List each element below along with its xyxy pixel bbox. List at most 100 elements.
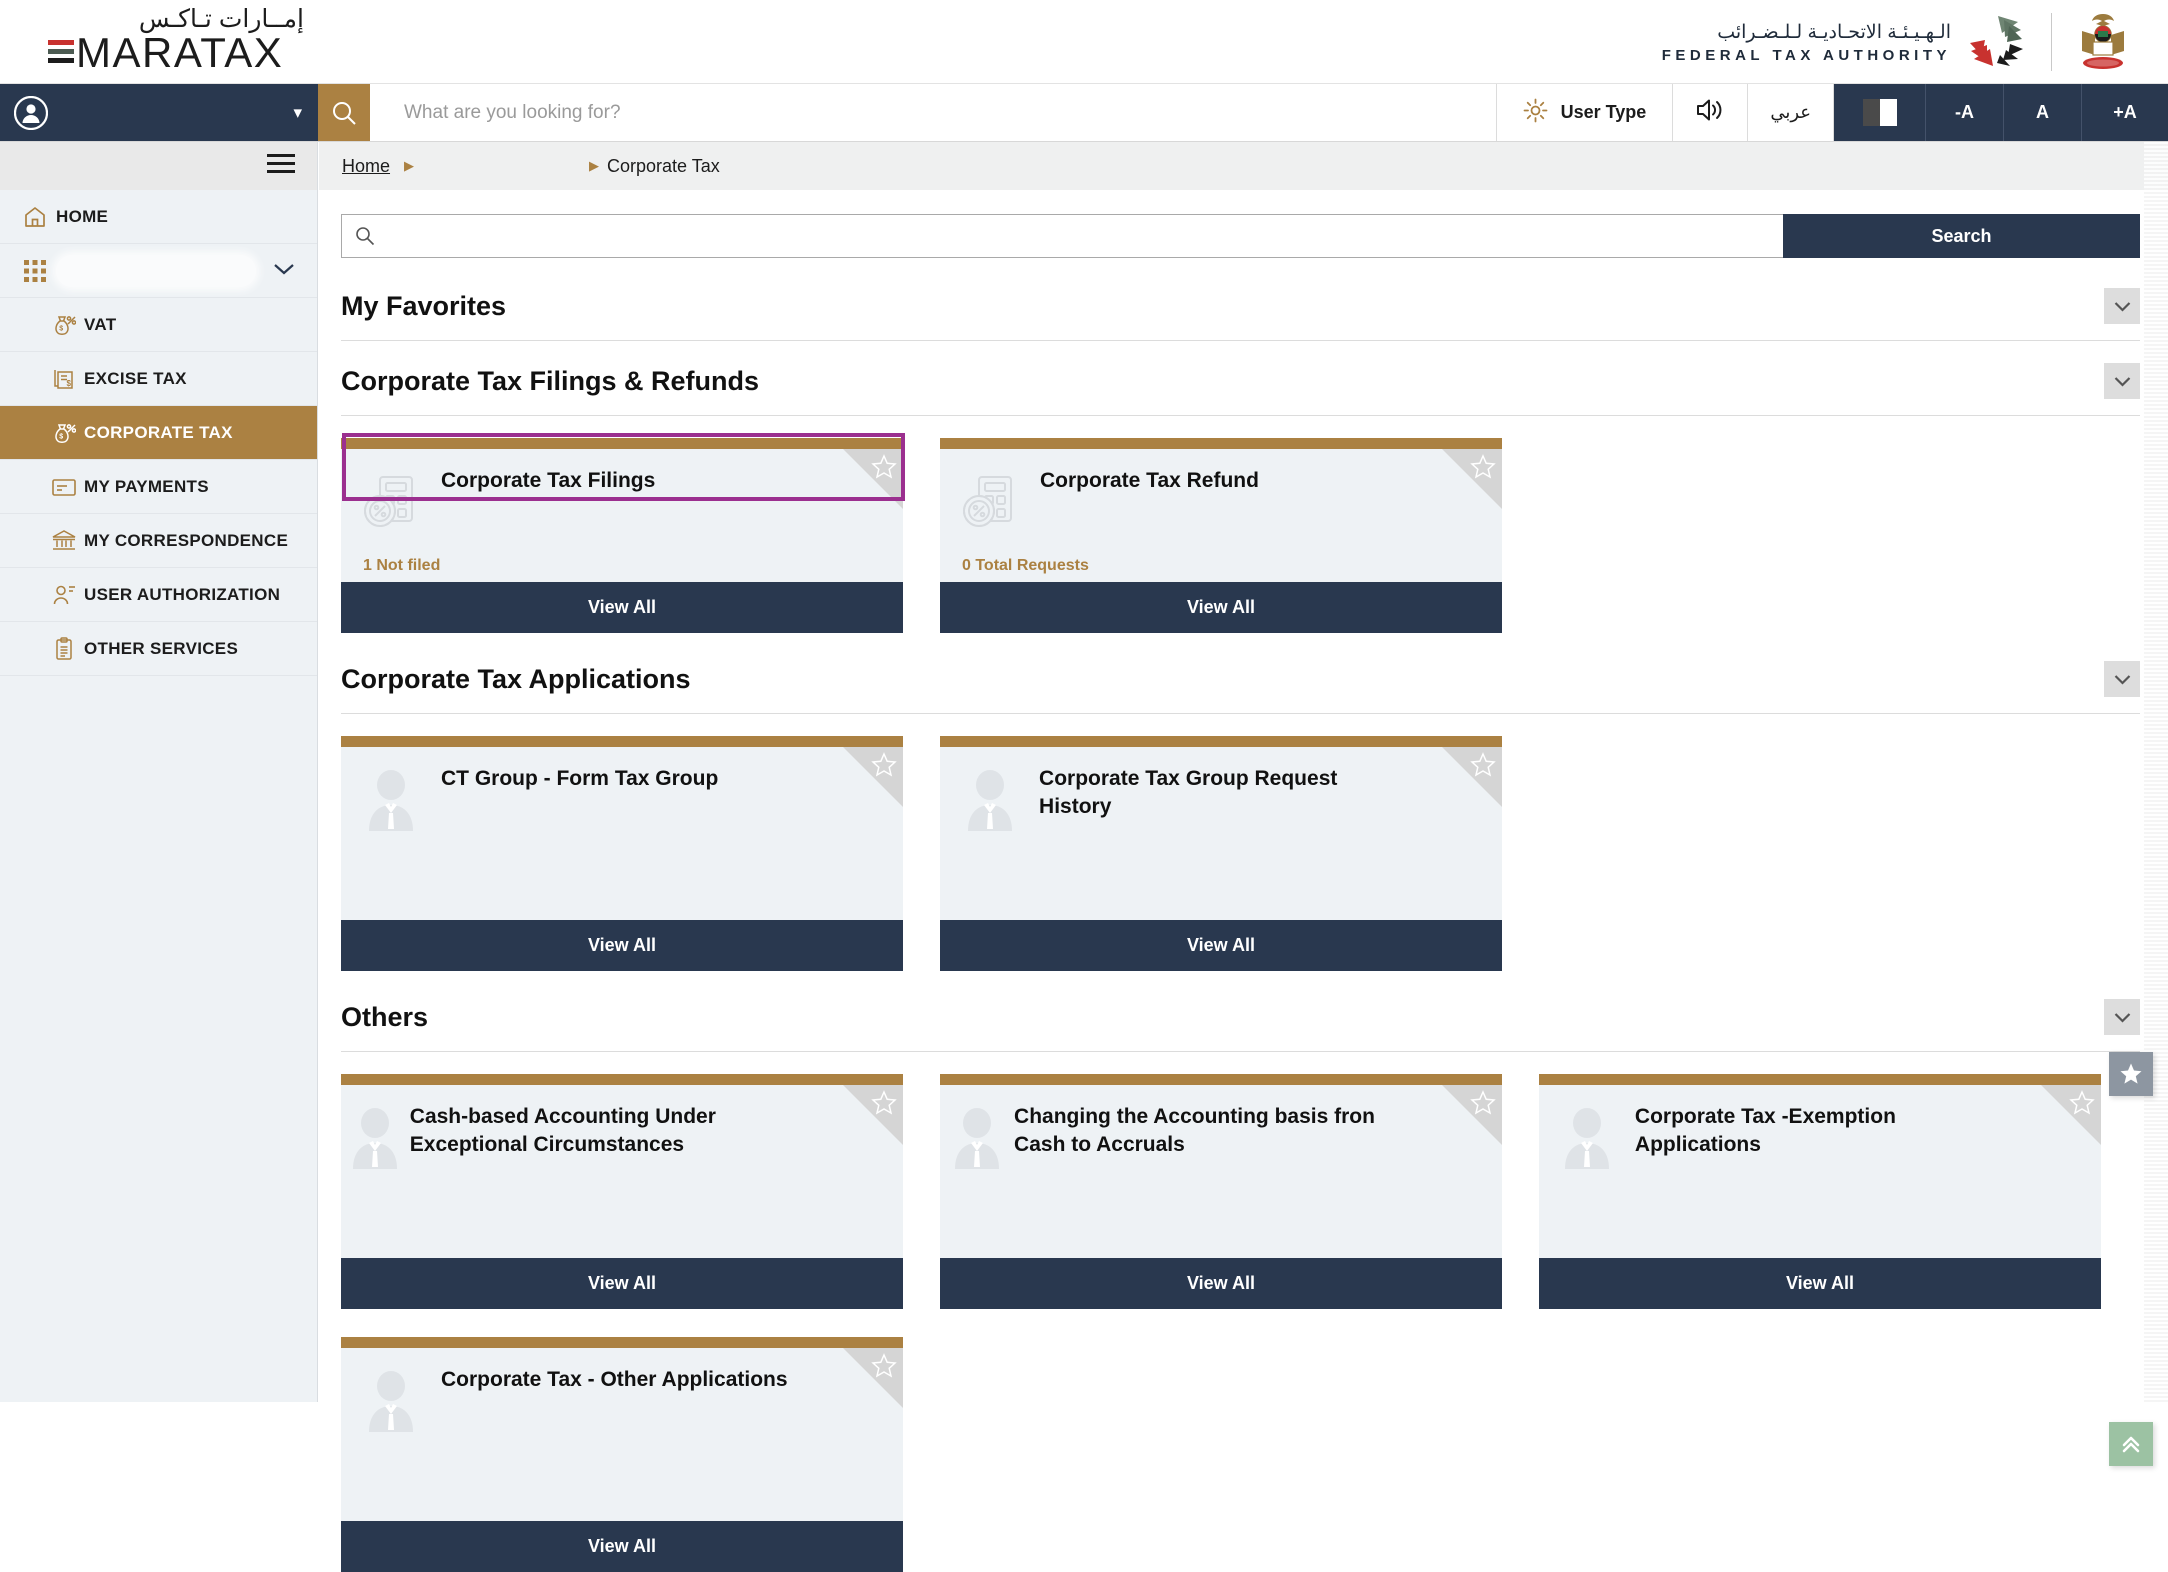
fta-english: FEDERAL TAX AUTHORITY: [1662, 47, 1951, 64]
card-title: Corporate Tax - Other Applications: [441, 1364, 878, 1496]
card-accent-bar: [940, 736, 1502, 747]
view-all-button[interactable]: View All: [1539, 1258, 2101, 1309]
sidebar-item-label: OTHER SERVICES: [84, 639, 238, 659]
card-body: CT Group - Form Tax Group: [341, 747, 903, 895]
card-ct-group-request-history[interactable]: Corporate Tax Group Request History View…: [940, 736, 1502, 971]
font-normal-button[interactable]: A: [2004, 84, 2082, 141]
card-body: Corporate Tax Group Request History: [940, 747, 1502, 895]
card-ct-group-form-tax-group[interactable]: CT Group - Form Tax Group View All: [341, 736, 903, 971]
star-outline-icon: [2069, 1090, 2095, 1121]
user-type-button[interactable]: User Type: [1497, 84, 1674, 141]
card-title: Corporate Tax -Exemption Applications: [1635, 1101, 2101, 1233]
language-switch-arabic[interactable]: عربي: [1748, 84, 1834, 141]
favorites-quick-button[interactable]: [2109, 1052, 2153, 1096]
section-collapse-toggle[interactable]: [2104, 363, 2140, 399]
card-corporate-tax-other-applications[interactable]: Corporate Tax - Other Applications View …: [341, 1337, 903, 1572]
section-collapse-toggle[interactable]: [2104, 999, 2140, 1035]
fta-arabic: الـهـيـئـة الاتحـاديـة لـلـضـرائب: [1662, 21, 1951, 44]
section-collapse-toggle[interactable]: [2104, 661, 2140, 697]
favorite-toggle[interactable]: [1442, 449, 1502, 509]
person-suit-icon: [940, 763, 1039, 895]
calculator-percent-icon: [940, 465, 1040, 557]
card-title: Corporate Tax Refund: [1040, 465, 1349, 557]
favorite-toggle[interactable]: [843, 449, 903, 509]
star-outline-icon: [1470, 454, 1496, 485]
card-body: Cash-based Accounting Under Exceptional …: [341, 1085, 903, 1233]
credit-card-icon: [44, 475, 84, 499]
card-accent-bar: [940, 438, 1502, 449]
sidebar-item-excise-tax[interactable]: $ EXCISE TAX: [0, 352, 317, 406]
card-corporate-tax-refund[interactable]: Corporate Tax Refund 0 Total Requests Vi…: [940, 438, 1502, 633]
section-header-others: Others: [341, 999, 2140, 1052]
sidebar-item-corporate-tax[interactable]: $ CORPORATE TAX: [0, 406, 317, 460]
service-search-button[interactable]: Search: [1783, 214, 2140, 258]
global-search-submit-button[interactable]: [318, 84, 370, 141]
favorite-toggle[interactable]: [1442, 1085, 1502, 1145]
text-to-speech-button[interactable]: [1673, 84, 1748, 141]
breadcrumb-current: Corporate Tax: [607, 156, 720, 177]
card-row-others: Cash-based Accounting Under Exceptional …: [341, 1074, 2140, 1309]
brand-header: إمــارات تـاكـس MARATAX الـهـيـئـة الاتح…: [0, 0, 2168, 84]
card-body: Changing the Accounting basis fron Cash …: [940, 1085, 1502, 1233]
person-suit-icon: [1539, 1101, 1635, 1233]
sidebar-item-label: VAT: [84, 315, 116, 335]
favorite-toggle[interactable]: [2041, 1085, 2101, 1145]
view-all-button[interactable]: View All: [940, 1258, 1502, 1309]
view-all-button[interactable]: View All: [940, 920, 1502, 971]
sidebar-item-label: HOME: [56, 207, 108, 227]
emaratax-logo[interactable]: إمــارات تـاكـس MARATAX: [48, 4, 308, 80]
breadcrumb-arrow-icon: ▶: [589, 158, 599, 174]
card-corporate-tax-exemption-applications[interactable]: Corporate Tax -Exemption Applications Vi…: [1539, 1074, 2101, 1309]
card-cash-based-accounting[interactable]: Cash-based Accounting Under Exceptional …: [341, 1074, 903, 1309]
view-all-button[interactable]: View All: [341, 920, 903, 971]
service-search-input[interactable]: [341, 214, 1783, 258]
star-outline-icon: [871, 454, 897, 485]
favorite-toggle[interactable]: [843, 1085, 903, 1145]
sidebar-item-other-services[interactable]: OTHER SERVICES: [0, 622, 317, 676]
card-corporate-tax-filings[interactable]: Corporate Tax Filings 1 Not filed View A…: [341, 438, 903, 633]
font-decrease-button[interactable]: -A: [1926, 84, 2004, 141]
card-changing-accounting-basis[interactable]: Changing the Accounting basis fron Cash …: [940, 1074, 1502, 1309]
card-title: CT Group - Form Tax Group: [441, 763, 808, 895]
global-search-input[interactable]: [370, 84, 1497, 141]
card-title: Corporate Tax Group Request History: [1039, 763, 1502, 895]
sidebar-item-vat[interactable]: $ VAT: [0, 298, 317, 352]
view-all-button[interactable]: View All: [341, 1258, 903, 1309]
font-increase-button[interactable]: +A: [2082, 84, 2168, 141]
view-all-button[interactable]: View All: [940, 582, 1502, 633]
card-status: [940, 1233, 1502, 1258]
fta-logo-group: الـهـيـئـة الاتحـاديـة لـلـضـرائب FEDERA…: [1662, 0, 2130, 84]
section-header-filings-refunds: Corporate Tax Filings & Refunds: [341, 363, 2140, 416]
sidebar-item-label-redacted: [56, 255, 256, 287]
scroll-to-top-button[interactable]: [2109, 1422, 2153, 1466]
sidebar-toggle-row: [0, 142, 317, 190]
person-suit-icon: [341, 1101, 410, 1233]
home-icon: [14, 205, 56, 229]
card-accent-bar: [341, 736, 903, 747]
sidebar-item-my-correspondence[interactable]: MY CORRESPONDENCE: [0, 514, 317, 568]
view-all-button[interactable]: View All: [341, 1521, 903, 1572]
section-title: My Favorites: [341, 291, 506, 322]
view-all-button[interactable]: View All: [341, 582, 903, 633]
person-suit-icon: [341, 1364, 441, 1496]
user-account-selector[interactable]: ▾: [0, 84, 318, 141]
breadcrumb-home-link[interactable]: Home: [342, 156, 390, 177]
hamburger-menu-icon[interactable]: [267, 154, 295, 178]
contrast-toggle-button[interactable]: [1834, 84, 1926, 141]
favorite-toggle[interactable]: [843, 747, 903, 807]
sidebar-item-home[interactable]: HOME: [0, 190, 317, 244]
favorite-toggle[interactable]: [843, 1348, 903, 1408]
sidebar-item-user-authorization[interactable]: USER AUTHORIZATION: [0, 568, 317, 622]
sidebar-item-my-payments[interactable]: MY PAYMENTS: [0, 460, 317, 514]
card-status: [341, 895, 903, 920]
emaratax-wordmark: MARATAX: [76, 32, 283, 74]
card-status: [1539, 1233, 2101, 1258]
sidebar-item-label: EXCISE TAX: [84, 369, 187, 389]
sidebar-item-taxable-person[interactable]: [0, 244, 317, 298]
document-dollar-icon: $: [44, 367, 84, 391]
gear-icon: [1523, 98, 1548, 128]
sidebar-item-label: MY CORRESPONDENCE: [84, 531, 288, 551]
sidebar-item-label: MY PAYMENTS: [84, 477, 209, 497]
favorite-toggle[interactable]: [1442, 747, 1502, 807]
section-collapse-toggle[interactable]: [2104, 288, 2140, 324]
